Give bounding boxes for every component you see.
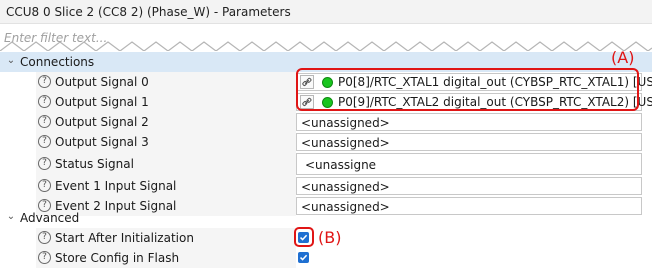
annotation-label-a: (A) — [611, 48, 635, 67]
chevron-down-icon[interactable]: ⌄ — [5, 210, 17, 224]
help-circle-icon[interactable]: ? — [38, 157, 51, 170]
window-title-bar: CCU8 0 Slice 2 (CC8 2) (Phase_W) - Param… — [0, 0, 652, 24]
property-row: ? Event 1 Input Signal <unassigned> — [0, 176, 652, 196]
signal-value: <unassigned> — [301, 180, 390, 194]
signal-value: <unassigne — [305, 158, 377, 172]
category-label: Advanced — [20, 211, 80, 225]
property-label: Output Signal 2 — [55, 115, 149, 129]
store-config-flash-checkbox[interactable] — [298, 252, 309, 263]
property-label: Start After Initialization — [55, 231, 194, 245]
checkmark-icon — [299, 254, 308, 261]
help-circle-icon[interactable]: ? — [38, 95, 51, 108]
annotation-label-b: (B) — [318, 228, 342, 247]
property-row: ? Store Config in Flash — [0, 248, 652, 268]
help-circle-icon[interactable]: ? — [38, 231, 51, 244]
signal-value: <unassigned> — [301, 116, 390, 130]
signal-value: <unassigned> — [301, 136, 390, 150]
property-row: ? Output Signal 2 <unassigned> — [0, 112, 652, 132]
help-circle-icon[interactable]: ? — [38, 135, 51, 148]
help-circle-icon[interactable]: ? — [38, 251, 51, 264]
torn-edge-decoration — [0, 41, 652, 51]
chevron-down-icon[interactable]: ⌄ — [5, 54, 17, 68]
help-circle-icon[interactable]: ? — [38, 75, 51, 88]
help-circle-icon[interactable]: ? — [38, 179, 51, 192]
property-label: Store Config in Flash — [55, 251, 180, 265]
category-advanced[interactable]: ⌄ Advanced — [0, 208, 652, 228]
property-value-field[interactable]: <unassigned> — [296, 133, 642, 151]
annotation-box-a — [296, 68, 639, 111]
category-label: Connections — [20, 55, 95, 69]
filter-bar — [0, 25, 652, 51]
annotation-box-b — [294, 227, 314, 247]
property-label: Output Signal 3 — [55, 135, 149, 149]
property-row: ? Status Signal <unassigne — [0, 152, 652, 176]
property-label: Event 1 Input Signal — [55, 179, 177, 193]
property-label: Output Signal 0 — [55, 75, 149, 89]
window-title: CCU8 0 Slice 2 (CC8 2) (Phase_W) - Param… — [6, 5, 291, 19]
help-circle-icon[interactable]: ? — [38, 115, 51, 128]
property-label: Status Signal — [55, 157, 134, 171]
property-label: Output Signal 1 — [55, 95, 149, 109]
property-value-field[interactable]: <unassigned> — [296, 113, 642, 131]
property-value-field[interactable]: <unassigne — [296, 153, 642, 175]
property-row: ? Output Signal 3 <unassigned> — [0, 132, 652, 152]
property-value-field[interactable]: <unassigned> — [296, 177, 642, 195]
